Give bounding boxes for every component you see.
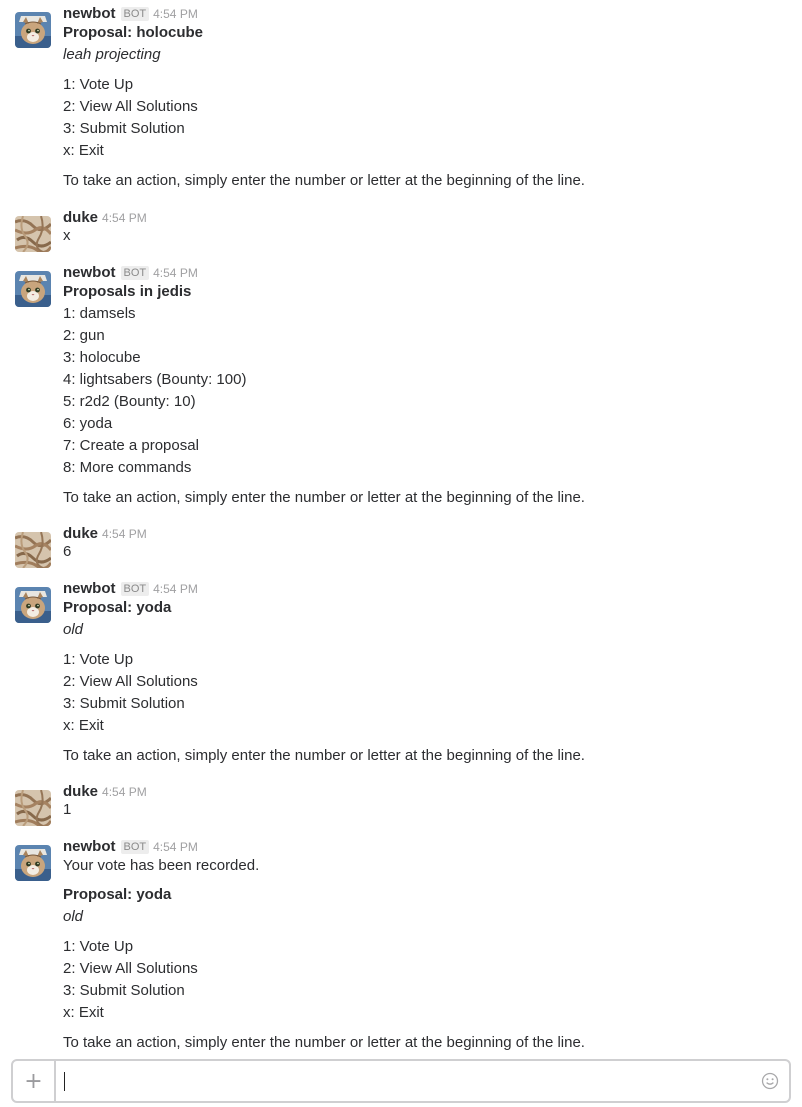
message-line: 7: Create a proposal xyxy=(63,437,199,454)
sender-name[interactable]: duke xyxy=(63,209,98,226)
message-input[interactable] xyxy=(56,1061,754,1101)
cat-avatar-icon[interactable] xyxy=(15,271,51,307)
message-list[interactable]: newbot BOT 4:54 PM Proposal: holocube leah p… xyxy=(0,0,802,1058)
rope-avatar-icon[interactable] xyxy=(15,216,51,252)
message-header: duke 4:54 PM xyxy=(63,207,147,229)
message-line: 2: View All Solutions xyxy=(63,960,198,977)
sender-name[interactable]: newbot xyxy=(63,580,116,597)
message-line: To take an action, simply enter the numb… xyxy=(63,172,585,189)
bot-badge: BOT xyxy=(120,7,150,21)
message-line: x: Exit xyxy=(63,717,104,734)
message-line: 3: Submit Solution xyxy=(63,695,185,712)
timestamp[interactable]: 4:54 PM xyxy=(102,527,147,541)
message-line: To take an action, simply enter the numb… xyxy=(63,489,585,506)
text-caret xyxy=(64,1072,65,1091)
plus-icon[interactable]: + xyxy=(13,1061,56,1101)
message-line: 1 xyxy=(63,801,72,818)
message-line: 8: More commands xyxy=(63,459,192,476)
sender-name[interactable]: duke xyxy=(63,783,98,800)
message-header: duke 4:54 PM xyxy=(63,523,147,545)
message-line: x xyxy=(63,227,71,244)
timestamp[interactable]: 4:54 PM xyxy=(102,211,147,225)
sender-name[interactable]: newbot xyxy=(63,5,116,22)
sender-name[interactable]: newbot xyxy=(63,838,116,855)
message-title: Proposal: yoda xyxy=(63,599,172,616)
sender-name[interactable]: newbot xyxy=(63,264,116,281)
message-line: x: Exit xyxy=(63,142,104,159)
message-composer: + xyxy=(11,1059,791,1103)
message-header: duke 4:54 PM xyxy=(63,781,147,803)
message-line: old xyxy=(63,621,84,638)
message-line: 3: Submit Solution xyxy=(63,120,185,137)
message-line: old xyxy=(63,908,84,925)
smiley-icon[interactable] xyxy=(761,1072,779,1090)
bot-badge: BOT xyxy=(120,266,150,280)
message-line: 2: View All Solutions xyxy=(63,98,198,115)
bot-badge: BOT xyxy=(120,840,150,854)
message-line: To take an action, simply enter the numb… xyxy=(63,1034,585,1051)
message-line: 1: damsels xyxy=(63,305,136,322)
timestamp[interactable]: 4:54 PM xyxy=(153,582,198,596)
message-title: Proposal: holocube xyxy=(63,24,204,41)
message-line: 1: Vote Up xyxy=(63,938,134,955)
message-line: To take an action, simply enter the numb… xyxy=(63,747,585,764)
message-line: 3: Submit Solution xyxy=(63,982,185,999)
timestamp[interactable]: 4:54 PM xyxy=(153,840,198,854)
message-title: Proposal: yoda xyxy=(63,886,172,903)
cat-avatar-icon[interactable] xyxy=(15,12,51,48)
message-line: 1: Vote Up xyxy=(63,76,134,93)
cat-avatar-icon[interactable] xyxy=(15,845,51,881)
rope-avatar-icon[interactable] xyxy=(15,532,51,568)
message-line: Your vote has been recorded. xyxy=(63,857,260,874)
cat-avatar-icon[interactable] xyxy=(15,587,51,623)
message-line: 1: Vote Up xyxy=(63,651,134,668)
timestamp[interactable]: 4:54 PM xyxy=(153,266,198,280)
sender-name[interactable]: duke xyxy=(63,525,98,542)
message-line: x: Exit xyxy=(63,1004,104,1021)
message-title: Proposals in jedis xyxy=(63,283,192,300)
message-line: 3: holocube xyxy=(63,349,141,366)
rope-avatar-icon[interactable] xyxy=(15,790,51,826)
message-line: 2: View All Solutions xyxy=(63,673,198,690)
message-line: 6 xyxy=(63,543,72,560)
timestamp[interactable]: 4:54 PM xyxy=(102,785,147,799)
timestamp[interactable]: 4:54 PM xyxy=(153,7,198,21)
message-line: 5: r2d2 (Bounty: 10) xyxy=(63,393,196,410)
bot-badge: BOT xyxy=(120,582,150,596)
message-line: 4: lightsabers (Bounty: 100) xyxy=(63,371,247,388)
message-line: 6: yoda xyxy=(63,415,113,432)
message-line: leah projecting xyxy=(63,46,161,63)
message-line: 2: gun xyxy=(63,327,105,344)
